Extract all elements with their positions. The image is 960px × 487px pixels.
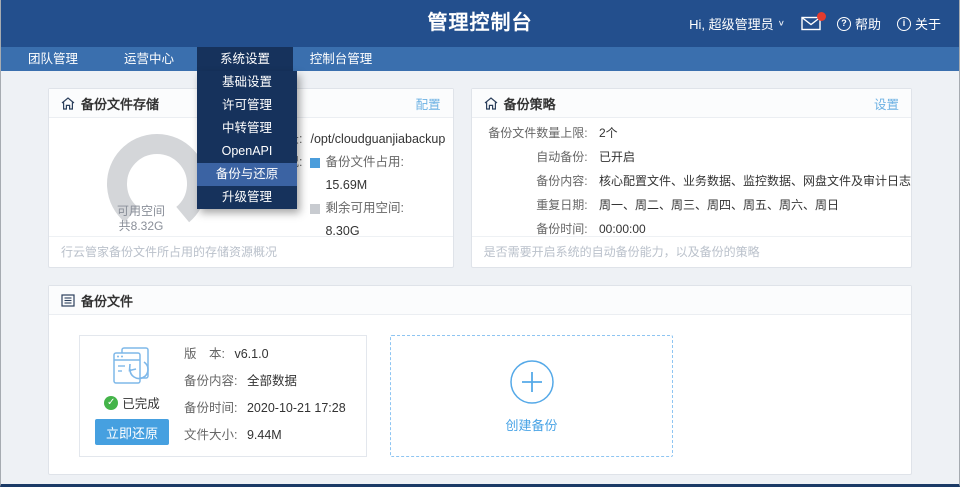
policy-card-footer: 是否需要开启系统的自动备份能力，以及备份的策略 [472,236,911,267]
storage-card-title: 备份文件存储 [81,94,159,113]
settings-link[interactable]: 设置 [874,94,899,113]
configure-link[interactable]: 配置 [416,94,441,113]
question-circle-icon: ? [837,17,851,31]
storage-card-footer: 行云管家备份文件所占用的存储资源概况 [49,236,453,267]
user-greeting: Hi, 超级管理员 [689,14,774,33]
notification-badge [817,12,826,21]
usage-legend: 备份文件占用: 15.69M 剩余可用空间: 8.30G [310,151,403,236]
main-content: 备份文件存储 配置 可用空间 共8.32G 备份目录: / [1,71,959,475]
help-button[interactable]: ? 帮助 [837,14,881,33]
about-button[interactable]: i 关于 [897,14,941,33]
free-value: 8.30G [325,220,403,236]
chevron-down-icon: ∨ [778,19,785,28]
policy-row-value: 00:00:00 [599,222,646,236]
nav-tab-console-mgmt[interactable]: 控制台管理 [293,47,389,71]
backup-item-details: 版 本: v6.1.0 备份内容: 全部数据 备份时间: 2020-10-21 … [184,336,346,456]
nav-tab-operations[interactable]: 运营中心 [101,47,197,71]
menu-item-upgrade-mgmt[interactable]: 升级管理 [197,186,297,209]
check-circle-icon: ✓ [104,396,118,410]
restore-files-icon [108,344,156,390]
backup-row-label: 版 本: [184,347,225,361]
backup-row-value: 9.44M [247,428,282,442]
policy-row-label: 备份文件数量上限: [472,121,588,145]
backup-row-label: 备份时间: [184,401,237,415]
policy-row-value: 已开启 [599,150,635,164]
menu-item-license-mgmt[interactable]: 许可管理 [197,94,297,117]
plus-icon [509,359,555,405]
menu-item-backup-restore[interactable]: 备份与还原 [197,163,297,186]
used-value: 15.69M [325,174,403,197]
policy-row-label: 重复日期: [472,193,588,217]
legend-used-swatch [310,158,320,168]
backup-file-item: ✓ 已完成 立即还原 版 本: v6.1.0 备份内容: 全部数据 [79,335,367,457]
backup-dir-value: /opt/cloudguanjiabackup [310,128,445,151]
backup-policy-card: 备份策略 设置 备份文件数量上限: 2个 自动备份: 已开启 备份内容: 核心配… [471,88,912,268]
policy-row-label: 备份内容: [472,169,588,193]
status-badge: ✓ 已完成 [104,393,160,412]
restore-now-button[interactable]: 立即还原 [95,419,169,445]
files-card-header: 备份文件 [49,286,911,315]
status-label: 已完成 [122,393,160,412]
legend-free-swatch [310,204,320,214]
backup-row-label: 文件大小: [184,428,237,442]
about-label: 关于 [915,14,941,33]
mail-button[interactable] [801,16,821,31]
menu-item-basic-settings[interactable]: 基础设置 [197,71,297,94]
policy-card-header: 备份策略 设置 [472,89,911,118]
app-header: 管理控制台 Hi, 超级管理员 ∨ ? 帮助 i 关于 [1,0,959,47]
main-nav: 团队管理 运营中心 系统设置 控制台管理 [1,47,959,71]
backup-row-label: 备份内容: [184,374,237,388]
backup-item-left: ✓ 已完成 立即还原 [80,336,184,456]
legend-free-label: 剩余可用空间: [325,197,403,220]
donut-label-line2: 共8.32G [119,219,164,233]
policy-row-label: 备份时间: [472,217,588,236]
policy-card-title: 备份策略 [504,94,556,113]
help-label: 帮助 [855,14,881,33]
admin-console-window: 管理控制台 Hi, 超级管理员 ∨ ? 帮助 i 关于 [0,0,960,487]
top-cards-row: 备份文件存储 配置 可用空间 共8.32G 备份目录: / [48,88,912,268]
policy-row-value: 核心配置文件、业务数据、监控数据、网盘文件及审计日志 [599,174,911,188]
home-icon [484,97,498,110]
user-menu[interactable]: Hi, 超级管理员 ∨ [689,14,785,33]
policy-row-value: 2个 [599,126,618,140]
files-card-body: ✓ 已完成 立即还原 版 本: v6.1.0 备份内容: 全部数据 [49,315,911,477]
list-icon [61,294,75,307]
header-actions: Hi, 超级管理员 ∨ ? 帮助 i 关于 [689,0,941,47]
menu-item-openapi[interactable]: OpenAPI [197,140,297,163]
donut-label-line1: 可用空间 [117,204,165,218]
menu-item-relay-mgmt[interactable]: 中转管理 [197,117,297,140]
system-settings-dropdown: 基础设置 许可管理 中转管理 OpenAPI 备份与还原 升级管理 [197,71,297,209]
create-backup-button[interactable]: 创建备份 [390,335,673,457]
backup-files-card: 备份文件 [48,285,912,475]
nav-tab-system-settings[interactable]: 系统设置 [197,47,293,71]
backup-row-value: 全部数据 [247,374,297,388]
backup-row-value: v6.1.0 [234,347,268,361]
legend-used-label: 备份文件占用: [325,151,403,174]
home-icon [61,97,75,110]
backup-row-value: 2020-10-21 17:28 [247,401,346,415]
nav-tab-team[interactable]: 团队管理 [5,47,101,71]
files-card-title: 备份文件 [81,291,133,310]
policy-row-label: 自动备份: [472,145,588,169]
policy-card-body: 备份文件数量上限: 2个 自动备份: 已开启 备份内容: 核心配置文件、业务数据… [472,118,911,236]
create-backup-label: 创建备份 [505,415,557,434]
policy-row-value: 周一、周二、周三、周四、周五、周六、周日 [599,198,839,212]
info-circle-icon: i [897,17,911,31]
